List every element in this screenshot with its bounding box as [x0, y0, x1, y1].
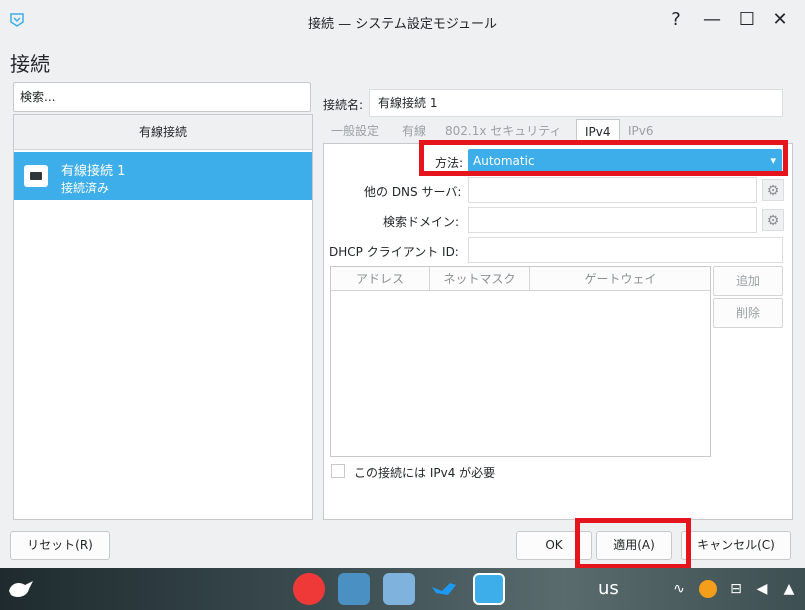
ethernet-icon	[24, 165, 48, 187]
gear-icon[interactable]: ⚙	[762, 179, 784, 201]
network-monitor-icon[interactable]: ∿	[670, 580, 688, 598]
require-ipv4-label: この接続には IPv4 が必要	[354, 466, 496, 480]
vivaldi-icon[interactable]	[293, 573, 325, 605]
maximize-icon[interactable]: ☐	[736, 9, 758, 31]
document-icon[interactable]	[383, 573, 415, 605]
taskbar: us ∿ ⊟ ◀ ▲	[0, 568, 805, 610]
require-ipv4-checkbox[interactable]	[331, 464, 345, 478]
address-table[interactable]: アドレス ネットマスク ゲートウェイ	[330, 266, 711, 457]
search-domain-label: 検索ドメイン:	[383, 215, 460, 229]
dns-input[interactable]	[468, 177, 757, 203]
connection-list: 有線接続 有線接続 1 接続済み	[13, 114, 313, 520]
add-button[interactable]: 追加	[713, 266, 783, 296]
connection-name-label: 接続名:	[323, 98, 364, 112]
column-header-gateway[interactable]: ゲートウェイ	[530, 267, 711, 291]
window-titlebar: 接続 — システム設定モジュール ? — ☐ ✕	[0, 0, 805, 42]
system-settings-icon[interactable]	[473, 573, 505, 605]
tab-general[interactable]: 一般設定	[331, 119, 379, 144]
connection-name-input[interactable]: 有線接続 1	[369, 89, 783, 117]
expand-tray-icon[interactable]: ▲	[780, 580, 798, 598]
updates-icon[interactable]	[699, 580, 717, 598]
dhcp-client-id-label: DHCP クライアント ID:	[329, 245, 459, 259]
application-launcher-icon[interactable]	[5, 573, 37, 605]
network-icon[interactable]: ⊟	[727, 580, 745, 598]
volume-icon[interactable]: ◀	[753, 580, 771, 598]
column-header-address[interactable]: アドレス	[331, 267, 430, 291]
file-manager-icon[interactable]	[338, 573, 370, 605]
minimize-icon[interactable]: —	[701, 9, 723, 31]
address-table-header: アドレス ネットマスク ゲートウェイ	[331, 267, 710, 291]
dns-label: 他の DNS サーバ:	[364, 185, 462, 199]
connection-status: 接続済み	[61, 181, 110, 195]
page-title: 接続	[10, 52, 50, 76]
bird-icon[interactable]	[428, 573, 460, 605]
column-header-netmask[interactable]: ネットマスク	[430, 267, 530, 291]
cancel-button[interactable]: キャンセル(C)	[681, 531, 791, 560]
keyboard-layout-indicator[interactable]: us	[598, 578, 619, 599]
dhcp-client-id-input[interactable]	[468, 237, 783, 263]
reset-button[interactable]: リセット(R)	[10, 531, 110, 560]
connection-item[interactable]: 有線接続 1 接続済み	[14, 152, 312, 200]
connection-name: 有線接続 1	[61, 164, 126, 179]
close-icon[interactable]: ✕	[769, 9, 791, 31]
search-input[interactable]: 検索...	[13, 82, 311, 112]
gear-icon[interactable]: ⚙	[762, 209, 784, 231]
list-group-header: 有線接続	[14, 115, 312, 150]
search-domain-input[interactable]	[468, 207, 757, 233]
highlight-box-method	[419, 140, 788, 176]
remove-button[interactable]: 削除	[713, 298, 783, 328]
help-icon[interactable]: ?	[665, 9, 687, 31]
highlight-box-apply	[575, 518, 691, 569]
